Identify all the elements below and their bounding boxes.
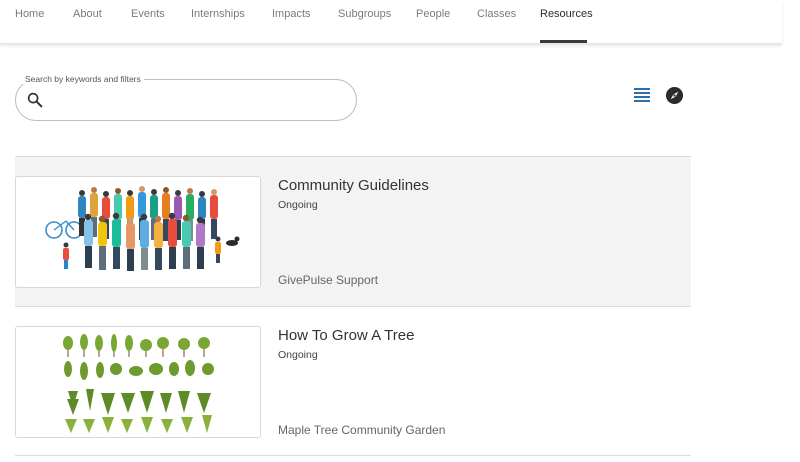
nav-events[interactable]: Events [131,8,165,20]
list-view-icon[interactable] [632,86,652,104]
resource-organization[interactable]: Maple Tree Community Garden [278,423,445,437]
resource-card[interactable]: How To Grow A Tree Ongoing Maple Tree Co… [15,306,691,456]
resource-title[interactable]: Community Guidelines [278,177,429,194]
community-crowd-image[interactable] [15,176,261,288]
resource-list: Community Guidelines Ongoing GivePulse S… [15,156,691,456]
top-navigation: Home About Events Internships Impacts Su… [0,0,782,44]
nav-about[interactable]: About [73,8,102,20]
trees-image[interactable] [15,326,261,438]
resource-title[interactable]: How To Grow A Tree [278,327,414,344]
resource-card[interactable]: Community Guidelines Ongoing GivePulse S… [15,156,691,306]
nav-classes[interactable]: Classes [477,8,516,20]
compass-icon[interactable] [665,86,684,105]
resource-status: Ongoing [278,199,318,211]
active-tab-indicator [540,40,587,43]
resource-status: Ongoing [278,349,318,361]
nav-home[interactable]: Home [15,8,44,20]
nav-subgroups[interactable]: Subgroups [338,8,391,20]
search-icon [27,92,43,108]
search-input[interactable] [54,88,344,112]
resource-organization[interactable]: GivePulse Support [278,273,378,287]
search-label: Search by keywords and filters [22,74,144,84]
nav-people[interactable]: People [416,8,450,20]
nav-impacts[interactable]: Impacts [272,8,311,20]
nav-internships[interactable]: Internships [191,8,245,20]
nav-resources[interactable]: Resources [540,8,593,20]
search-field[interactable] [15,79,357,121]
